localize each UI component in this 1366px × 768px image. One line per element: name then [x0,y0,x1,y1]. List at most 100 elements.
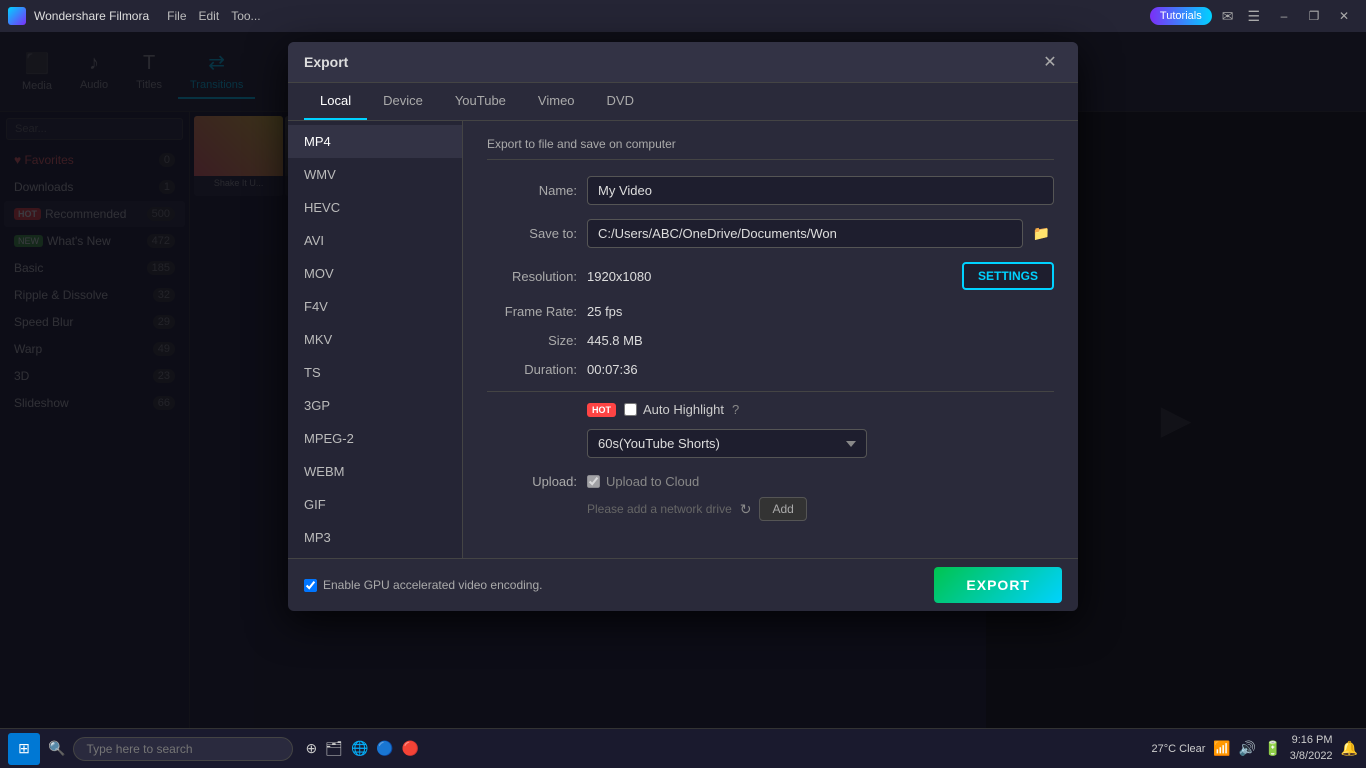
taskbar-system-icons: 27°C Clear 📶 🔊 🔋 9:16 PM 3/8/2022 🔔 [1152,733,1359,764]
duration-row: Duration: 00:07:36 [487,362,1054,377]
shorts-row: 60s(YouTube Shorts) 30s 15s [487,429,1054,458]
format-mp3[interactable]: MP3 [288,521,462,554]
auto-highlight-checkbox-label[interactable]: Auto Highlight [624,402,724,417]
tab-youtube[interactable]: YouTube [439,83,522,120]
save-to-label: Save to: [487,226,577,241]
name-row: Name: [487,176,1054,205]
auto-highlight-checkbox[interactable] [624,403,637,416]
format-mkv[interactable]: MKV [288,323,462,356]
title-bar: Wondershare Filmora File Edit Too... Tut… [0,0,1366,32]
dialog-close-button[interactable]: ✕ [1038,50,1062,74]
format-list: MP4 WMV HEVC AVI MOV F4V MKV TS 3GP MPEG… [288,121,463,558]
format-3gp[interactable]: 3GP [288,389,462,422]
minimize-button[interactable]: – [1270,6,1298,26]
settings-button[interactable]: SETTINGS [962,262,1054,290]
export-dialog: Export ✕ Local Device YouTube Vimeo DVD … [288,42,1078,611]
refresh-button[interactable]: ↻ [740,501,752,518]
name-input[interactable] [587,176,1054,205]
network-drive-row: Please add a network drive ↻ Add [487,497,1054,521]
taskbar-notification-icon[interactable]: 🔔 [1341,740,1358,757]
tab-vimeo[interactable]: Vimeo [522,83,591,120]
taskbar-app-3[interactable]: 🌐 [351,740,368,757]
taskbar-weather: 27°C Clear [1152,743,1206,755]
taskbar-date-value: 3/8/2022 [1290,749,1333,764]
upload-row: Upload: Upload to Cloud [487,474,1054,489]
resolution-label: Resolution: [487,269,577,284]
format-avi[interactable]: AVI [288,224,462,257]
gpu-checkbox-label[interactable]: Enable GPU accelerated video encoding. [304,578,542,592]
frame-rate-value: 25 fps [587,304,1054,319]
resolution-row: Resolution: 1920x1080 SETTINGS [487,262,1054,290]
format-gif[interactable]: GIF [288,488,462,521]
dialog-tabs: Local Device YouTube Vimeo DVD [288,83,1078,121]
menu-edit[interactable]: Edit [199,9,220,23]
taskbar-search-input[interactable] [73,737,293,761]
frame-rate-label: Frame Rate: [487,304,577,319]
upload-label: Upload: [487,474,577,489]
export-button[interactable]: EXPORT [934,567,1062,603]
taskbar-app-5[interactable]: 🔴 [402,740,419,757]
dialog-body: MP4 WMV HEVC AVI MOV F4V MKV TS 3GP MPEG… [288,121,1078,558]
taskbar-wifi-icon[interactable]: 📶 [1213,740,1230,757]
window-controls: – ❐ ✕ [1270,6,1358,26]
format-wmv[interactable]: WMV [288,158,462,191]
tab-dvd[interactable]: DVD [591,83,650,120]
size-value: 445.8 MB [587,333,1054,348]
format-hevc[interactable]: HEVC [288,191,462,224]
add-network-button[interactable]: Add [759,497,806,521]
size-row: Size: 445.8 MB [487,333,1054,348]
format-webm[interactable]: WEBM [288,455,462,488]
tab-local[interactable]: Local [304,83,367,120]
app-logo [8,7,26,25]
mail-icon[interactable]: ✉ [1218,6,1238,27]
dialog-overlay: Export ✕ Local Device YouTube Vimeo DVD … [0,32,1366,728]
export-subtitle: Export to file and save on computer [487,137,1054,160]
app-title: Wondershare Filmora [34,9,149,23]
format-settings: Export to file and save on computer Name… [463,121,1078,558]
close-button[interactable]: ✕ [1330,6,1358,26]
maximize-button[interactable]: ❐ [1300,6,1328,26]
format-mpeg2[interactable]: MPEG-2 [288,422,462,455]
format-ts[interactable]: TS [288,356,462,389]
tab-device[interactable]: Device [367,83,439,120]
hot-badge: HOT [587,403,616,417]
upload-cloud-text: Upload to Cloud [606,474,699,489]
duration-value: 00:07:36 [587,362,1054,377]
resolution-value: 1920x1080 [587,269,952,284]
dialog-title: Export [304,54,348,70]
duration-label: Duration: [487,362,577,377]
taskbar-battery-icon[interactable]: 🔋 [1264,740,1281,757]
gpu-label: Enable GPU accelerated video encoding. [323,578,542,592]
tutorials-button[interactable]: Tutorials [1150,7,1212,25]
format-f4v[interactable]: F4V [288,290,462,323]
upload-cloud-checkbox[interactable] [587,475,600,488]
menu-file[interactable]: File [167,9,186,23]
taskbar-app-2[interactable]: 🗂 [325,740,343,757]
frame-rate-row: Frame Rate: 25 fps [487,304,1054,319]
search-taskbar-icon[interactable]: 🔍 [48,740,65,757]
start-button[interactable]: ⊞ [8,733,40,765]
gpu-checkbox[interactable] [304,579,317,592]
taskbar-app-1[interactable]: ⊕ [305,740,317,757]
save-to-field: 📁 [587,219,1054,248]
taskbar-sound-icon[interactable]: 🔊 [1239,740,1256,757]
taskbar-clock[interactable]: 9:16 PM 3/8/2022 [1290,733,1333,764]
help-icon[interactable]: ? [732,402,739,417]
upload-cloud-label[interactable]: Upload to Cloud [587,474,699,489]
shorts-select[interactable]: 60s(YouTube Shorts) 30s 15s [587,429,867,458]
taskbar-app-4[interactable]: 🔵 [376,740,393,757]
browse-folder-button[interactable]: 📁 [1029,221,1054,246]
auto-highlight-label: Auto Highlight [643,402,724,417]
dialog-header: Export ✕ [288,42,1078,83]
menu-bar: File Edit Too... [167,9,260,23]
format-mov[interactable]: MOV [288,257,462,290]
taskbar-time-value: 9:16 PM [1290,733,1333,748]
save-to-input[interactable] [587,219,1023,248]
auto-highlight-row: HOT Auto Highlight ? [487,402,1054,417]
menu-tool[interactable]: Too... [231,9,260,23]
menu-icon[interactable]: ☰ [1243,6,1264,27]
format-mp4[interactable]: MP4 [288,125,462,158]
title-bar-right: Tutorials ✉ ☰ – ❐ ✕ [1150,6,1358,27]
dialog-footer: Enable GPU accelerated video encoding. E… [288,558,1078,611]
taskbar: ⊞ 🔍 ⊕ 🗂 🌐 🔵 🔴 27°C Clear 📶 🔊 🔋 9:16 PM 3… [0,728,1366,768]
